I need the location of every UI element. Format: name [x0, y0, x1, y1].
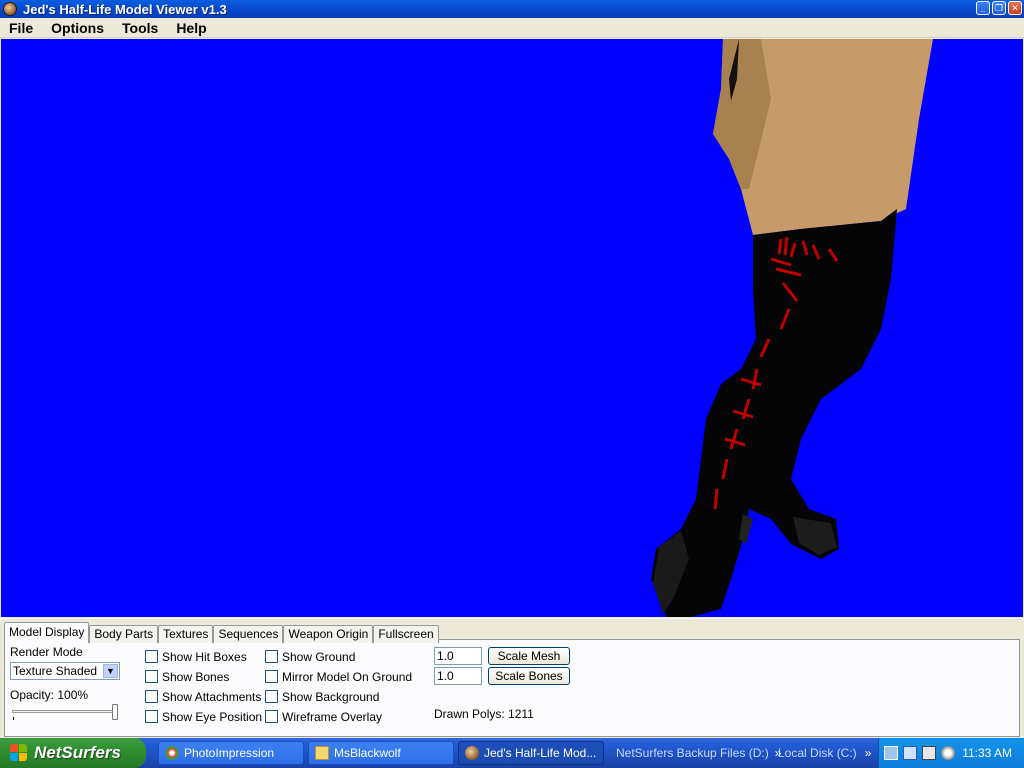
show-background-label: Show Background	[282, 690, 380, 704]
show-bones-checkbox[interactable]	[145, 670, 158, 683]
quick-link-local-disk[interactable]: Local Disk (C:) »	[778, 738, 871, 768]
scale-mesh-button[interactable]: Scale Mesh	[488, 647, 570, 665]
menu-bar: File Options Tools Help	[0, 18, 1024, 38]
show-hit-boxes-checkbox[interactable]	[145, 650, 158, 663]
task-photoimpression[interactable]: PhotoImpression	[158, 741, 304, 765]
tab-model-display[interactable]: Model Display	[4, 622, 90, 643]
opacity-slider-track[interactable]	[12, 710, 116, 713]
wireframe-overlay-checkbox[interactable]	[265, 710, 278, 723]
quick-link-label: NetSurfers Backup Files (D:)	[616, 746, 769, 760]
task-label: MsBlackwolf	[334, 746, 401, 760]
dropdown-arrow-icon[interactable]: ▼	[103, 664, 118, 678]
windows-logo-icon	[10, 744, 28, 762]
task-label: PhotoImpression	[184, 746, 275, 760]
show-ground-label: Show Ground	[282, 650, 356, 664]
close-icon[interactable]: ✕	[1008, 1, 1022, 15]
render-mode-label: Render Mode	[10, 645, 83, 659]
window-controls: _ ❐ ✕	[976, 1, 1022, 15]
menu-file[interactable]: File	[0, 20, 42, 36]
quick-link-backup-drive[interactable]: NetSurfers Backup Files (D:) »	[616, 738, 781, 768]
show-background-checkbox[interactable]	[265, 690, 278, 703]
task-msblackwolf[interactable]: MsBlackwolf	[308, 741, 454, 765]
show-bones-label: Show Bones	[162, 670, 230, 684]
monitor-icon[interactable]	[922, 746, 936, 760]
model-render	[651, 39, 933, 617]
show-hit-boxes-label: Show Hit Boxes	[162, 650, 247, 664]
start-button[interactable]: NetSurfers	[0, 738, 146, 768]
model-viewport[interactable]	[1, 39, 1023, 617]
scale-mesh-input[interactable]: 1.0	[434, 647, 482, 665]
opacity-slider-tick	[13, 717, 14, 720]
opacity-slider-thumb[interactable]	[112, 704, 118, 720]
scale-bones-input[interactable]: 1.0	[434, 667, 482, 685]
tab-strip: Model Display Body Parts Textures Sequen…	[4, 622, 439, 643]
menu-help[interactable]: Help	[167, 20, 215, 36]
tab-weapon-origin[interactable]: Weapon Origin	[283, 625, 374, 643]
title-bar: Jed's Half-Life Model Viewer v1.3 _ ❐ ✕	[0, 0, 1024, 18]
menu-tools[interactable]: Tools	[113, 20, 167, 36]
drawn-polys-label: Drawn Polys: 1211	[434, 707, 534, 721]
window-title: Jed's Half-Life Model Viewer v1.3	[23, 1, 227, 17]
show-eye-position-checkbox[interactable]	[145, 710, 158, 723]
clock: 11:33 AM	[962, 746, 1012, 760]
folder-icon	[315, 746, 329, 760]
app-icon[interactable]	[3, 2, 17, 16]
render-mode-value: Texture Shaded	[13, 664, 98, 678]
photoimpression-icon	[165, 746, 179, 760]
render-mode-select[interactable]: Texture Shaded ▼	[10, 662, 120, 680]
chevron-right-icon[interactable]: »	[865, 746, 872, 760]
wireframe-overlay-label: Wireframe Overlay	[282, 710, 383, 724]
task-label: Jed's Half-Life Mod...	[484, 746, 597, 760]
model-viewer-icon	[465, 746, 479, 760]
scale-bones-button[interactable]: Scale Bones	[488, 667, 570, 685]
show-ground-checkbox[interactable]	[265, 650, 278, 663]
minimize-icon[interactable]: _	[976, 1, 990, 15]
quick-link-label: Local Disk (C:)	[778, 746, 857, 760]
task-model-viewer[interactable]: Jed's Half-Life Mod...	[458, 741, 604, 765]
system-tray: 11:33 AM	[878, 738, 1024, 768]
tab-fullscreen[interactable]: Fullscreen	[373, 625, 439, 643]
menu-options[interactable]: Options	[42, 20, 113, 36]
maximize-icon[interactable]: ❐	[992, 1, 1006, 15]
opacity-label: Opacity: 100%	[10, 688, 89, 702]
tab-sequences[interactable]: Sequences	[213, 625, 284, 643]
taskbar: NetSurfers PhotoImpression MsBlackwolf J…	[0, 738, 1024, 768]
show-attachments-checkbox[interactable]	[145, 690, 158, 703]
network-icon[interactable]	[884, 746, 898, 760]
display-icon[interactable]	[903, 746, 917, 760]
tab-textures[interactable]: Textures	[158, 625, 214, 643]
mirror-model-checkbox[interactable]	[265, 670, 278, 683]
volume-icon[interactable]	[941, 746, 955, 760]
start-label: NetSurfers	[34, 743, 121, 762]
mirror-model-label: Mirror Model On Ground	[282, 670, 413, 684]
tab-body-parts[interactable]: Body Parts	[89, 625, 159, 643]
show-attachments-label: Show Attachments	[162, 690, 262, 704]
show-eye-position-label: Show Eye Position	[162, 710, 263, 724]
